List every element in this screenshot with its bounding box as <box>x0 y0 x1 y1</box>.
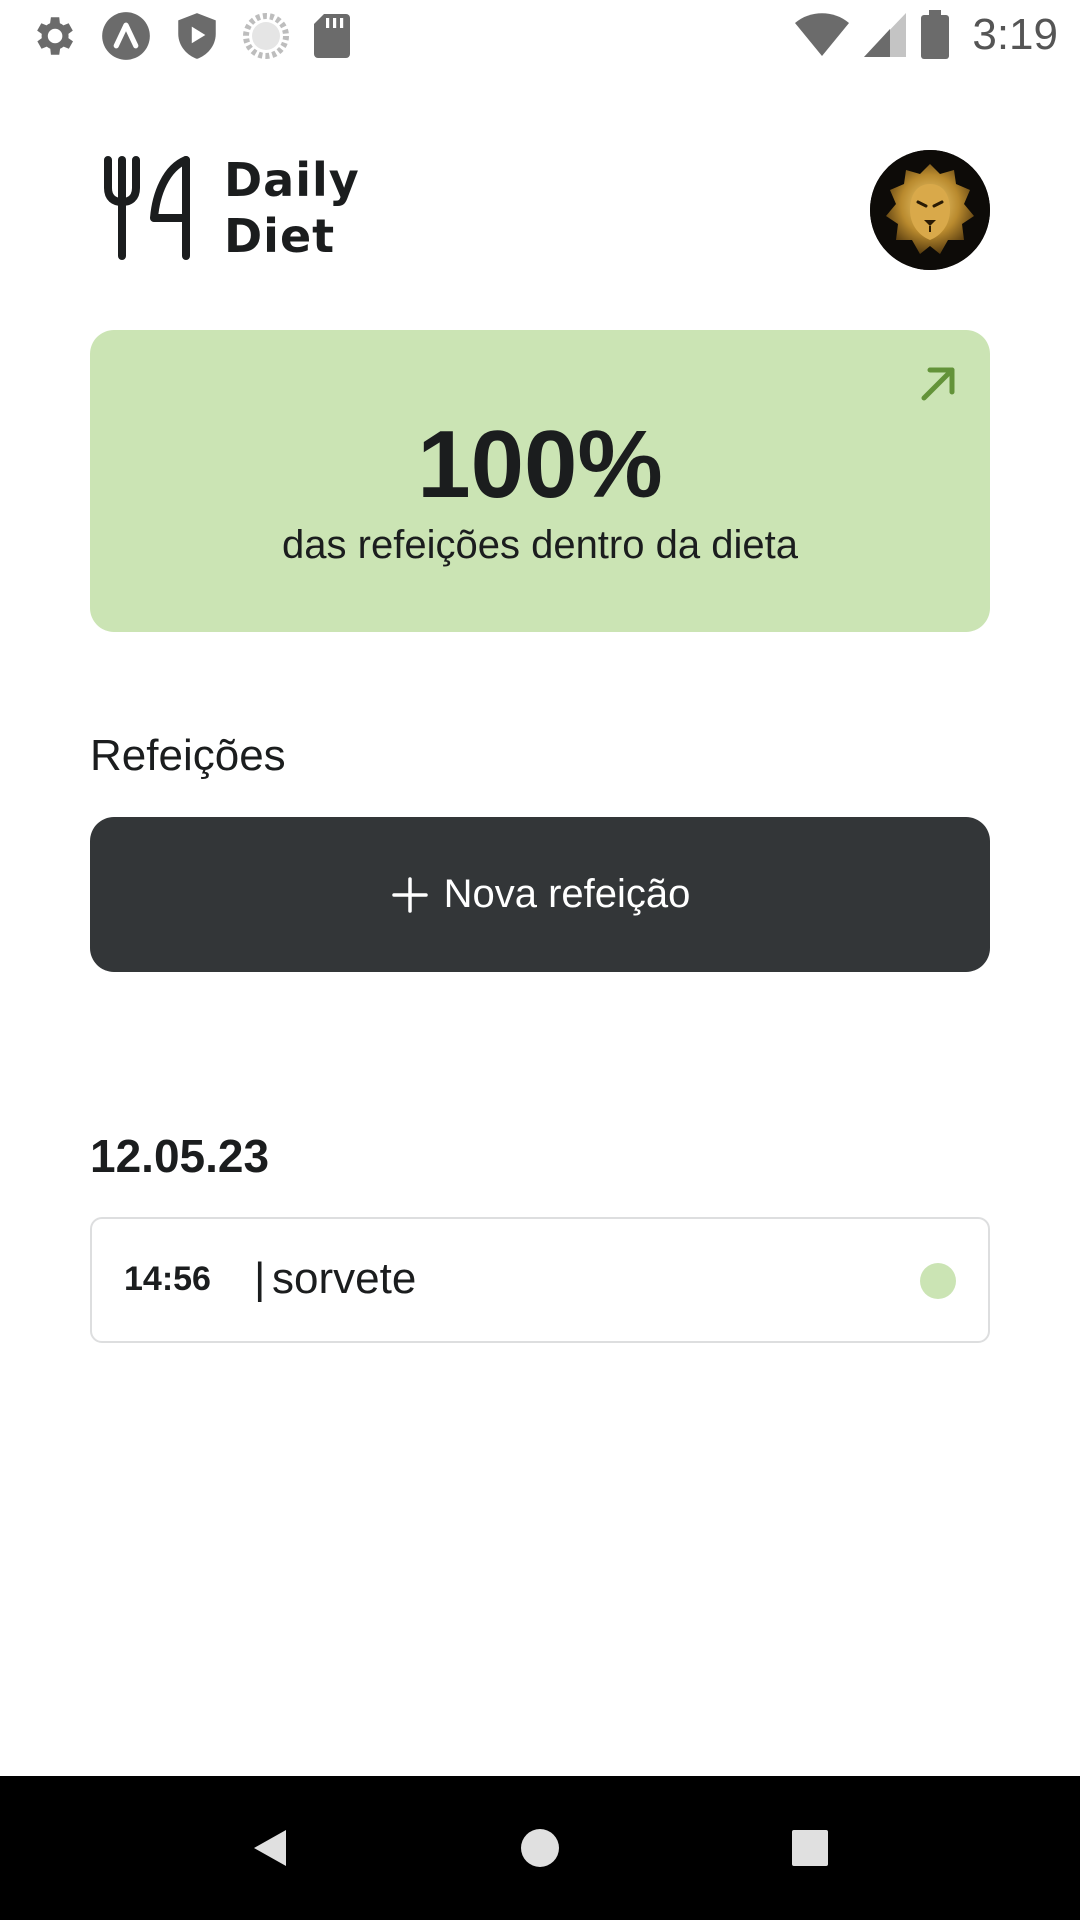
status-bar: 3:19 <box>0 0 1080 72</box>
nav-back-button[interactable] <box>234 1812 306 1884</box>
meal-item[interactable]: 14:56 | sorvete <box>90 1217 990 1343</box>
meals-section-title: Refeições <box>90 731 286 780</box>
battery-icon <box>921 10 950 59</box>
profile-avatar[interactable] <box>870 150 990 270</box>
diet-percentage-caption: das refeições dentro da dieta <box>282 523 798 567</box>
loading-circle-icon <box>243 13 289 59</box>
recents-icon <box>792 1830 828 1866</box>
gear-icon <box>37 17 73 55</box>
wifi-icon <box>795 13 850 56</box>
arrow-up-right-icon[interactable] <box>916 360 962 406</box>
app-name: Daily Diet <box>224 152 360 264</box>
day-date: 12.05.23 <box>90 1130 270 1182</box>
app-name-line1: Daily <box>224 153 360 207</box>
lion-avatar <box>870 150 990 270</box>
system-nav-bar <box>0 1776 1080 1920</box>
app-notification-icon <box>102 12 150 60</box>
shield-play-icon <box>178 13 216 59</box>
meal-separator: | <box>254 1254 266 1303</box>
diet-summary-card[interactable]: 100% das refeições dentro da dieta <box>90 330 990 632</box>
cell-signal-icon <box>864 13 907 57</box>
home-icon <box>521 1829 559 1867</box>
status-time: 3:19 <box>972 10 1058 59</box>
sd-card-icon <box>314 14 350 58</box>
app-screen: 3:19 Daily Diet 100% das refeições dentr… <box>0 0 1080 1920</box>
header: Daily Diet <box>90 140 990 280</box>
nav-home-button[interactable] <box>504 1812 576 1884</box>
new-meal-label: Nova refeição <box>443 872 691 916</box>
fork-knife-icon <box>104 156 190 260</box>
app-logo: Daily Diet <box>102 152 360 264</box>
app-name-line2: Diet <box>224 209 336 263</box>
back-icon <box>254 1830 286 1866</box>
status-system: 3:19 <box>794 10 1058 60</box>
new-meal-button[interactable]: Nova refeição <box>90 817 990 972</box>
status-notifications <box>28 10 352 62</box>
meal-name: sorvete <box>272 1254 417 1303</box>
diet-percentage: 100% <box>417 411 663 518</box>
nav-recents-button[interactable] <box>774 1812 846 1884</box>
in-diet-status-dot <box>920 1263 956 1299</box>
plus-icon <box>391 876 428 913</box>
meal-time: 14:56 <box>124 1260 211 1298</box>
